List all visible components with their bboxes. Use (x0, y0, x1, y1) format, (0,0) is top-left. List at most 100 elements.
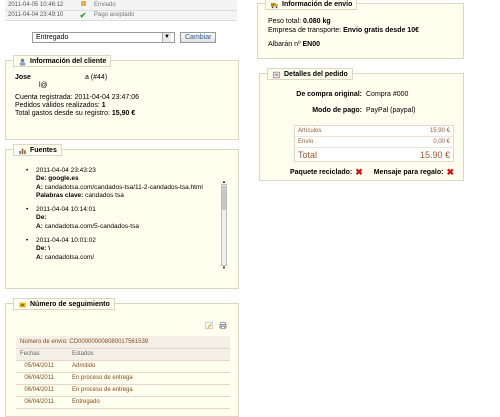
payment-value: PayPal (paypal) (366, 107, 416, 114)
shipping-info-title: Información de envío (282, 0, 353, 8)
delivery-icon (19, 302, 26, 308)
tracking-panel: Número de seguimiento Número de envío: C… (5, 298, 239, 417)
weight-value: 0.080 kg (303, 18, 331, 25)
client-email[interactable]: l@ (15, 82, 139, 90)
total-label: Total (298, 149, 318, 160)
scrollbar-thumb[interactable] (222, 186, 226, 210)
tracking-date: 05/04/2011 (16, 360, 68, 373)
sources-scrollbar[interactable]: ▲ ▼ (221, 180, 227, 270)
order-history-table: 2011-04-05 10:46:12 Enviado 2011-04-04 2… (5, 0, 237, 21)
tracking-date: 06/04/2011 (16, 384, 68, 397)
history-date: 2011-04-04 23:49:10 (5, 10, 75, 21)
tracking-date: 06/04/2011 (16, 396, 68, 409)
a-label: A: (36, 183, 43, 191)
client-name: Jose (15, 74, 31, 81)
price-value: 0,00 € (433, 139, 450, 145)
client-registered: Cuenta registrada: 2011-04-04 23:47:06 (15, 94, 140, 101)
source-from: google.es (48, 175, 79, 183)
original-order-label: De compra original: (296, 91, 362, 98)
col-status: Estados (68, 348, 230, 361)
de-label: De: (36, 245, 47, 253)
price-label: Artículos (298, 128, 322, 134)
carrier-value: Envío gratis desde 10€ (343, 26, 419, 34)
client-info-panel: Información del cliente Jose a (#44) l@ C… (5, 55, 239, 140)
weight-label: Peso total: (268, 18, 302, 25)
table-row: 06/04/2011 Entregado (16, 396, 230, 409)
payment-label: Modo de pago: (312, 107, 362, 114)
a-label: A: (36, 222, 43, 230)
tracking-tools (205, 321, 227, 330)
source-to[interactable]: candadotsa.com/5-candados-tsa (45, 223, 139, 230)
edit-icon[interactable] (205, 321, 213, 330)
table-row: Fechas Estados (16, 348, 230, 361)
shipping-number-label: Número de envío: (20, 338, 68, 345)
order-details-title: Detalles del pedido (284, 70, 348, 78)
list-item: 2011-04-04 10:14:01 De: A: candadotsa.co… (26, 206, 236, 231)
client-info-legend: Información del cliente (13, 55, 112, 67)
cross-icon: ✖ (446, 167, 454, 177)
sources-title: Fuentes (30, 146, 57, 154)
price-value: 15,90 € (429, 128, 450, 134)
shipping-info-legend: Información de envío (265, 0, 358, 10)
source-to[interactable]: candadotsa.com/ (45, 254, 95, 261)
valid-orders-value: 1 (101, 102, 106, 109)
price-row-items: Artículos 15,90 € (295, 126, 453, 137)
status-icon (75, 0, 91, 11)
truck-icon (270, 3, 279, 9)
delivery-slip-value[interactable]: EN00 (302, 41, 320, 48)
de-label: De: (36, 175, 47, 183)
de-label: De: (36, 214, 47, 222)
total-value: 15.90 € (419, 149, 450, 160)
list-item: 2011-04-04 10:01:02 De: \ A: candadotsa.… (26, 237, 236, 262)
chevron-down-icon[interactable]: ▼ (162, 33, 171, 42)
tracking-legend: Número de seguimiento (13, 298, 115, 310)
source-date: 2011-04-04 23:43:23 (36, 167, 96, 174)
recycled-label: Paquete reciclado: (290, 168, 353, 176)
bar-chart-icon (19, 148, 26, 155)
price-row-total: Total 15.90 € (295, 148, 453, 161)
source-from: \ (48, 245, 51, 253)
print-icon[interactable] (219, 321, 227, 330)
original-order-value[interactable]: Compra #000 (366, 91, 408, 98)
tracking-status: En proceso de entrega (68, 384, 230, 397)
check-icon: ✔ (75, 10, 91, 21)
sources-scroll-area[interactable]: 2011-04-04 23:43:23 De: google.es A: can… (26, 167, 236, 284)
price-row-shipping: Envío 0,00 € (295, 137, 453, 148)
order-details-panel: Detalles del pedido De compra original: … (259, 68, 464, 181)
list-item: 2011-04-04 23:43:23 De: google.es A: can… (26, 167, 236, 200)
carrier-label: Empresa de transporte: (268, 26, 342, 34)
order-details-legend: Detalles del pedido (267, 68, 353, 80)
scroll-down-icon[interactable]: ▼ (222, 266, 226, 270)
history-status: Enviado (91, 0, 237, 11)
table-row: 05/04/2011 Admitido (16, 360, 230, 373)
source-date: 2011-04-04 10:14:01 (36, 206, 96, 214)
client-info-title: Información del cliente (30, 57, 107, 65)
source-to[interactable]: candadotsa.com/candados-tsa/11-2-candado… (45, 184, 203, 191)
status-change-row: Entregado ▼ Cambiar (32, 32, 217, 43)
change-status-button[interactable]: Cambiar (180, 32, 217, 43)
status-select-value: Entregado (36, 34, 69, 41)
source-date: 2011-04-04 10:01:02 (36, 237, 96, 245)
col-dates: Fechas (16, 348, 68, 361)
original-order-row: De compra original: Compra #000 (270, 91, 460, 98)
price-summary: Artículos 15,90 € Envío 0,00 € Total 15.90 … (294, 125, 454, 162)
total-spent-value: 15,90 € (111, 110, 136, 117)
shipping-info-content: Peso total: 0.080 kg Empresa de transpor… (268, 18, 419, 50)
history-status: Pago aceptado (91, 10, 237, 21)
delivery-slip-label: Albarán nº (268, 41, 301, 48)
table-row: 06/04/2011 En proceso de entrega (16, 384, 230, 397)
history-date: 2011-04-05 10:46:12 (5, 0, 75, 11)
table-row: 06/04/2011 En proceso de entrega (16, 372, 230, 385)
tracking-status: Admitido (68, 360, 230, 373)
user-icon (19, 58, 26, 66)
keywords-label: Palabras clave: (36, 191, 84, 199)
status-select[interactable]: Entregado ▼ (32, 32, 175, 43)
a-label: A: (36, 253, 43, 261)
gift-label: Mensaje para regalo: (373, 168, 444, 176)
table-row: 2011-04-04 23:49:10 ✔ Pago aceptado (5, 10, 237, 21)
sources-legend: Fuentes (13, 144, 62, 156)
table-row: 2011-04-05 10:46:12 Enviado (5, 0, 237, 11)
tracking-title: Número de seguimiento (30, 300, 110, 308)
scroll-up-icon[interactable]: ▲ (222, 180, 226, 184)
cart-icon (272, 71, 281, 79)
